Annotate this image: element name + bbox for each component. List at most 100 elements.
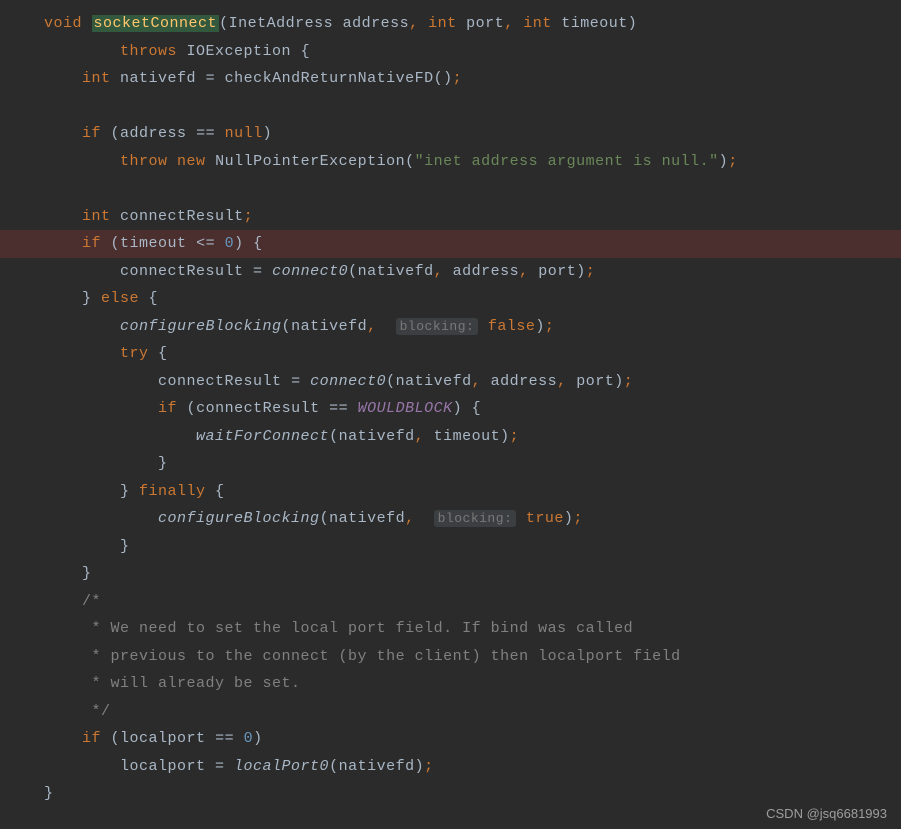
keyword-if: if — [82, 730, 101, 747]
comma: , — [504, 15, 514, 32]
code-line[interactable] — [0, 93, 901, 121]
code-line[interactable]: configureBlocking(nativefd, blocking: fa… — [0, 313, 901, 341]
var: connectResult — [196, 400, 320, 417]
method-call: configureBlocking — [120, 318, 282, 335]
paren: ) — [719, 153, 729, 170]
code-line[interactable]: } — [0, 450, 901, 478]
arg: nativefd — [339, 428, 415, 445]
semi: ; — [586, 263, 596, 280]
paren: () — [434, 70, 453, 87]
paren: ( — [405, 153, 415, 170]
keyword-throws: throws — [120, 43, 177, 60]
paren: ( — [329, 428, 339, 445]
semi: ; — [545, 318, 555, 335]
op: = — [206, 758, 235, 775]
code-line[interactable] — [0, 175, 901, 203]
code-line[interactable]: int connectResult; — [0, 203, 901, 231]
code-line[interactable]: configureBlocking(nativefd, blocking: tr… — [0, 505, 901, 533]
paren: ( — [320, 510, 330, 527]
paren: ( — [348, 263, 358, 280]
class: NullPointerException — [215, 153, 405, 170]
code-editor[interactable]: void socketConnect(InetAddress address, … — [0, 0, 901, 818]
method-call: connect0 — [310, 373, 386, 390]
code-line[interactable]: * will already be set. — [0, 670, 901, 698]
code-line[interactable]: connectResult = connect0(nativefd, addre… — [0, 368, 901, 396]
paren: ) — [614, 373, 624, 390]
arg: nativefd — [329, 510, 405, 527]
code-line[interactable]: } finally { — [0, 478, 901, 506]
code-line[interactable]: try { — [0, 340, 901, 368]
param: address — [333, 15, 409, 32]
code-line[interactable]: void socketConnect(InetAddress address, … — [0, 10, 901, 38]
arg: nativefd — [291, 318, 367, 335]
code-line[interactable]: throw new NullPointerException("inet add… — [0, 148, 901, 176]
brace: } — [82, 290, 101, 307]
method-call: connect0 — [272, 263, 348, 280]
arg: address — [491, 373, 558, 390]
code-line[interactable]: connectResult = connect0(nativefd, addre… — [0, 258, 901, 286]
code-line[interactable]: } — [0, 560, 901, 588]
watermark: CSDN @jsq6681993 — [766, 806, 887, 821]
paren: ( — [219, 15, 229, 32]
code-line[interactable]: waitForConnect(nativefd, timeout); — [0, 423, 901, 451]
arg: nativefd — [339, 758, 415, 775]
keyword-finally: finally — [139, 483, 206, 500]
semi: ; — [624, 373, 634, 390]
comment: * We need to set the local port field. I… — [82, 620, 633, 637]
code-line[interactable]: if (localport == 0) — [0, 725, 901, 753]
semi: ; — [244, 208, 254, 225]
comment: * previous to the connect (by the client… — [82, 648, 681, 665]
paren: ) — [564, 510, 574, 527]
code-line[interactable]: if (address == null) — [0, 120, 901, 148]
arg: timeout — [434, 428, 501, 445]
method-name: socketConnect — [92, 15, 220, 32]
comment: */ — [82, 703, 111, 720]
code-line[interactable]: localport = localPort0(nativefd); — [0, 753, 901, 781]
code-line[interactable]: /* — [0, 588, 901, 616]
string: "inet address argument is null." — [415, 153, 719, 170]
code-line[interactable]: int nativefd = checkAndReturnNativeFD(); — [0, 65, 901, 93]
code-line[interactable]: } — [0, 533, 901, 561]
keyword-try: try — [120, 345, 149, 362]
code-line[interactable]: if (connectResult == WOULDBLOCK) { — [0, 395, 901, 423]
code-line[interactable]: } else { — [0, 285, 901, 313]
paren: ) — [253, 730, 263, 747]
comma: , — [519, 263, 529, 280]
comma: , — [557, 373, 567, 390]
code-line[interactable]: */ — [0, 698, 901, 726]
parameter-hint: blocking: — [434, 510, 517, 527]
method-call: checkAndReturnNativeFD — [225, 70, 434, 87]
semi: ; — [728, 153, 738, 170]
op: = — [196, 70, 225, 87]
brace: { — [149, 345, 168, 362]
paren: ) — [576, 263, 586, 280]
op: == — [320, 400, 358, 417]
type: int — [82, 208, 111, 225]
semi: ; — [510, 428, 520, 445]
param: timeout — [552, 15, 628, 32]
semi: ; — [453, 70, 463, 87]
null: null — [225, 125, 263, 142]
var: nativefd — [120, 70, 196, 87]
brace: { — [139, 290, 158, 307]
code-line-highlighted[interactable]: if (timeout <= 0) { — [0, 230, 901, 258]
var: connectResult — [158, 373, 282, 390]
var: timeout — [120, 235, 187, 252]
code-line[interactable]: * previous to the connect (by the client… — [0, 643, 901, 671]
number: 0 — [225, 235, 235, 252]
arg: port — [538, 263, 576, 280]
comment: * will already be set. — [82, 675, 301, 692]
code-line[interactable]: throws IOException { — [0, 38, 901, 66]
exception: IOException — [177, 43, 301, 60]
paren: ( — [101, 235, 120, 252]
type: int — [428, 15, 457, 32]
paren: ( — [329, 758, 339, 775]
paren: ) { — [453, 400, 482, 417]
brace: } — [44, 785, 54, 802]
number: 0 — [244, 730, 254, 747]
code-line[interactable]: * We need to set the local port field. I… — [0, 615, 901, 643]
brace: { — [301, 43, 311, 60]
arg: address — [453, 263, 520, 280]
code-line[interactable]: } — [0, 780, 901, 808]
paren: ( — [386, 373, 396, 390]
